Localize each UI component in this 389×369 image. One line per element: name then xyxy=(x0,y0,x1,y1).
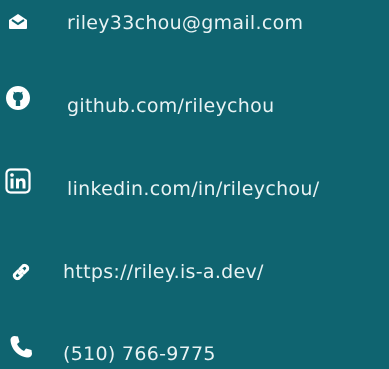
email-link[interactable]: riley33chou@gmail.com xyxy=(0,3,389,43)
github-icon xyxy=(4,78,32,118)
email-address: riley33chou@gmail.com xyxy=(67,12,304,34)
github-url: github.com/rileychou xyxy=(67,95,275,117)
github-link[interactable]: github.com/rileychou xyxy=(0,86,389,126)
website-link[interactable]: https://riley.is-a.dev/ xyxy=(0,252,389,292)
phone-link[interactable]: (510) 766-9775 xyxy=(0,334,389,369)
phone-icon xyxy=(7,327,35,367)
link-icon xyxy=(7,252,35,292)
phone-number: (510) 766-9775 xyxy=(63,343,216,365)
linkedin-link[interactable]: linkedin.com/in/rileychou/ xyxy=(0,168,389,209)
website-url: https://riley.is-a.dev/ xyxy=(63,261,264,283)
linkedin-icon xyxy=(4,161,32,201)
envelope-icon xyxy=(4,1,32,41)
contact-list: riley33chou@gmail.com github.com/rileych… xyxy=(0,0,389,369)
linkedin-url: linkedin.com/in/rileychou/ xyxy=(67,178,320,200)
